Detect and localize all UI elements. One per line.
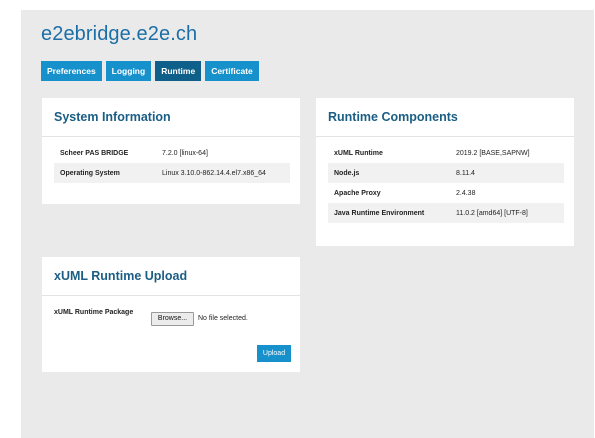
row-value: 8.11.4 <box>450 163 564 183</box>
row-key: Scheer PAS BRIDGE <box>60 149 129 157</box>
tab-runtime[interactable]: Runtime <box>155 61 202 81</box>
table-row: Scheer PAS BRIDGE 7.2.0 [linux-64] <box>54 143 290 163</box>
runtime-components-title: Runtime Components <box>328 110 458 124</box>
tab-certificate[interactable]: Certificate <box>205 61 259 81</box>
table-row: Java Runtime Environment 11.0.2 [amd64] … <box>328 203 564 223</box>
row-value: 7.2.0 [linux-64] <box>162 149 208 157</box>
divider <box>42 136 300 137</box>
row-key: xUML Runtime <box>334 149 383 157</box>
system-information-panel: System Information Scheer PAS BRIDGE 7.2… <box>42 98 300 204</box>
row-value: Linux 3.10.0-862.14.4.el7.x86_64 <box>156 163 290 183</box>
package-field-label: xUML Runtime Package <box>54 309 134 316</box>
divider <box>42 295 300 296</box>
runtime-upload-title: xUML Runtime Upload <box>54 269 188 283</box>
page-title: e2ebridge.e2e.ch <box>41 23 198 45</box>
divider <box>316 136 574 137</box>
row-key: Java Runtime Environment <box>328 203 450 223</box>
upload-button[interactable]: Upload <box>257 345 291 362</box>
system-information-table: Scheer PAS BRIDGE 7.2.0 [linux-64] Opera… <box>54 143 290 183</box>
runtime-upload-panel: xUML Runtime Upload xUML Runtime Package… <box>42 257 300 372</box>
tab-logging[interactable]: Logging <box>105 61 152 81</box>
page-background: e2ebridge.e2e.ch Preferences Logging Run… <box>21 10 594 438</box>
table-row: Operating System Linux 3.10.0-862.14.4.e… <box>54 163 290 183</box>
table-row: xUML Runtime 2019.2 [BASE,SAPNW] <box>328 143 564 163</box>
table-row: Apache Proxy 2.4.38 <box>328 183 564 203</box>
runtime-components-panel: Runtime Components xUML Runtime 2019.2 [… <box>316 98 574 246</box>
system-information-title: System Information <box>54 110 171 124</box>
tab-preferences[interactable]: Preferences <box>41 61 102 81</box>
browse-button[interactable]: Browse... <box>151 312 194 326</box>
row-key: Operating System <box>54 163 156 183</box>
row-value: 2.4.38 <box>456 189 476 197</box>
row-key: Apache Proxy <box>334 189 381 197</box>
file-status-text: No file selected. <box>198 315 248 322</box>
tab-bar: Preferences Logging Runtime Certificate <box>41 61 259 81</box>
table-row: Node.js 8.11.4 <box>328 163 564 183</box>
runtime-components-table: xUML Runtime 2019.2 [BASE,SAPNW] Node.js… <box>328 143 564 223</box>
row-key: Node.js <box>328 163 450 183</box>
row-value: 11.0.2 [amd64] [UTF-8] <box>450 203 564 223</box>
row-value: 2019.2 [BASE,SAPNW] <box>456 149 530 157</box>
